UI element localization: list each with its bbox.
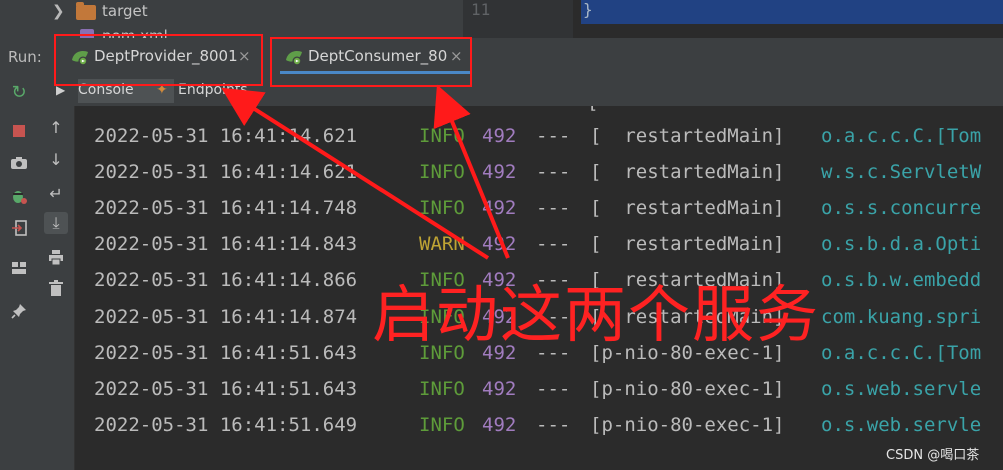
highlight-box-consumer bbox=[270, 37, 472, 87]
highlight-box-provider bbox=[54, 34, 263, 86]
annotation-text: 启动这两个服务 bbox=[372, 278, 821, 351]
watermark: CSDN @喝口茶 bbox=[886, 448, 980, 463]
